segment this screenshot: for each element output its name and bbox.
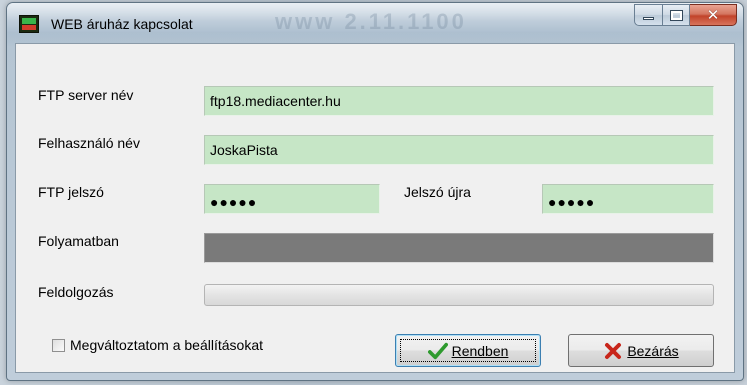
caption-buttons: ✕: [634, 4, 737, 26]
in-progress-label: Folyamatban: [38, 233, 119, 249]
ftp-password-input[interactable]: ●●●●●: [204, 184, 380, 214]
close-button[interactable]: Bezárás: [568, 334, 714, 367]
ftp-server-label: FTP server név: [38, 87, 134, 103]
app-icon[interactable]: [19, 15, 39, 33]
ftp-server-input[interactable]: ftp18.mediacenter.hu: [204, 86, 714, 116]
change-settings-option[interactable]: Megváltoztatom a beállításokat: [52, 337, 263, 353]
dialog-client-area: FTP server név ftp18.mediacenter.hu Felh…: [15, 43, 735, 373]
close-button-label: Bezárás: [627, 342, 679, 359]
username-label: Felhasználó név: [38, 135, 140, 151]
ok-button[interactable]: Rendben: [395, 334, 541, 367]
maximize-button[interactable]: [663, 4, 690, 26]
background-ghost-text: www 2.11.1100: [275, 9, 467, 34]
ftp-password-label: FTP jelszó: [38, 184, 104, 200]
username-input[interactable]: JoskaPista: [204, 135, 714, 165]
title-bar[interactable]: www 2.11.1100 WEB áruház kapcsolat ✕: [7, 3, 743, 43]
password-again-label: Jelszó újra: [404, 184, 471, 200]
minimize-icon: [643, 17, 654, 20]
x-mark-icon: [603, 341, 623, 361]
window-title: WEB áruház kapcsolat: [51, 16, 193, 32]
password-again-input[interactable]: ●●●●●: [542, 184, 714, 214]
close-icon: ✕: [706, 7, 720, 24]
maximize-icon: [669, 9, 683, 21]
change-settings-checkbox[interactable]: [52, 338, 65, 352]
minimize-button[interactable]: [634, 4, 663, 26]
processing-label: Feldolgozás: [38, 284, 114, 300]
in-progress-bar: [204, 233, 714, 263]
processing-progress-bar: [204, 284, 714, 306]
close-window-button[interactable]: ✕: [690, 4, 737, 26]
change-settings-label: Megváltoztatom a beállításokat: [70, 337, 263, 353]
dialog-window: www 2.11.1100 WEB áruház kapcsolat ✕ FTP…: [6, 2, 744, 381]
focus-ring: [400, 339, 536, 362]
